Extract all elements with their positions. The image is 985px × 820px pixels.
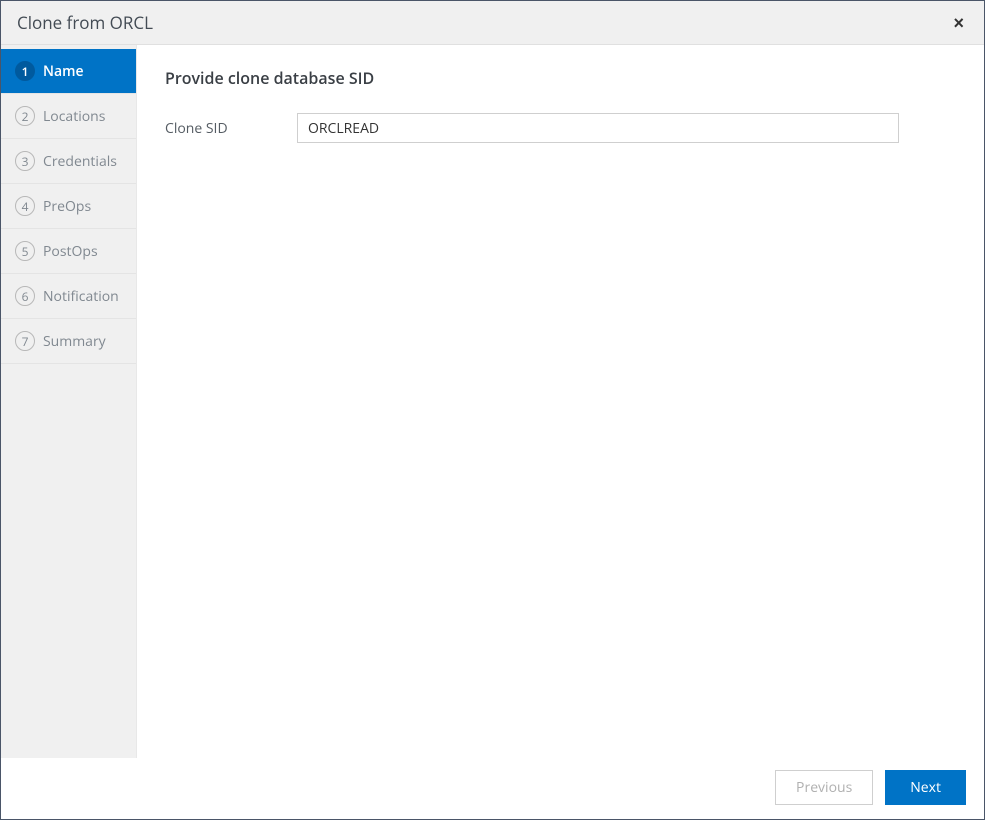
step-credentials[interactable]: 3 Credentials [1, 139, 136, 184]
step-label: Summary [43, 332, 106, 351]
main-panel: Provide clone database SID Clone SID [137, 45, 984, 758]
step-summary[interactable]: 7 Summary [1, 319, 136, 364]
step-number-icon: 2 [15, 106, 35, 126]
next-button[interactable]: Next [885, 770, 966, 805]
dialog-footer: Previous Next [1, 758, 984, 819]
step-number-icon: 5 [15, 241, 35, 261]
step-label: PreOps [43, 197, 91, 216]
previous-button[interactable]: Previous [775, 770, 873, 805]
step-postops[interactable]: 5 PostOps [1, 229, 136, 274]
dialog-body: 1 Name 2 Locations 3 Credentials 4 PreOp… [1, 45, 984, 758]
step-label: Credentials [43, 152, 117, 171]
step-number-icon: 4 [15, 196, 35, 216]
step-label: Locations [43, 107, 105, 126]
step-number-icon: 6 [15, 286, 35, 306]
step-notification[interactable]: 6 Notification [1, 274, 136, 319]
step-preops[interactable]: 4 PreOps [1, 184, 136, 229]
clone-sid-input[interactable] [297, 113, 899, 143]
step-label: Name [43, 62, 84, 81]
clone-dialog: Clone from ORCL × 1 Name 2 Locations 3 C… [0, 0, 985, 820]
clone-sid-label: Clone SID [165, 119, 277, 138]
step-number-icon: 1 [15, 61, 35, 81]
step-locations[interactable]: 2 Locations [1, 94, 136, 139]
page-title: Provide clone database SID [165, 67, 956, 89]
dialog-header: Clone from ORCL × [1, 1, 984, 45]
dialog-title: Clone from ORCL [17, 11, 153, 34]
step-label: PostOps [43, 242, 98, 261]
close-button[interactable]: × [949, 14, 968, 32]
wizard-sidebar: 1 Name 2 Locations 3 Credentials 4 PreOp… [1, 45, 137, 758]
step-number-icon: 7 [15, 331, 35, 351]
step-name[interactable]: 1 Name [1, 49, 136, 94]
step-number-icon: 3 [15, 151, 35, 171]
step-label: Notification [43, 287, 119, 306]
clone-sid-row: Clone SID [165, 113, 956, 143]
